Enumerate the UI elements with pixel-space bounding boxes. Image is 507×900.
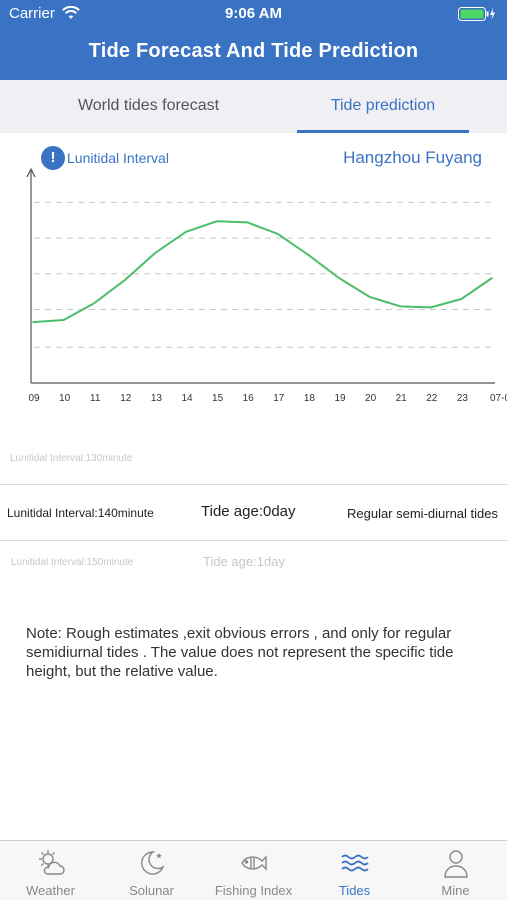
weather-icon — [39, 850, 65, 875]
tide-chart-svg: 09 10 11 12 13 14 15 16 17 18 19 20 21 22 23 07-0 — [26, 167, 507, 404]
selected-tide-age-text: Tide age:0day — [201, 503, 296, 520]
tide-data-point — [154, 252, 157, 254]
segment-tabs: World tides forecast Tide prediction — [0, 80, 507, 133]
x-tick-label: 12 — [120, 393, 132, 404]
tide-data-point — [185, 231, 187, 233]
tide-data-point — [62, 319, 65, 321]
tide-series-line — [32, 220, 493, 324]
tide-data-point — [246, 221, 248, 224]
tide-data-point — [215, 220, 218, 223]
x-tick-label: 15 — [212, 393, 224, 404]
tide-data-point — [124, 279, 126, 281]
tide-data-point — [399, 305, 402, 308]
user-icon — [444, 850, 468, 878]
tabbar-item-mine[interactable]: Mine — [405, 841, 506, 900]
x-tick-label: 22 — [426, 393, 438, 404]
x-tick-label: 14 — [181, 393, 193, 404]
interval-picker[interactable]: Lunitidal Interval:130minute Lunitidal I… — [0, 423, 507, 613]
tide-chart: 09 10 11 12 13 14 15 16 17 18 19 20 21 22 23 07-0 ! Lun… — [0, 133, 507, 423]
tide-data-point — [32, 321, 34, 323]
x-tick-label: 16 — [243, 393, 255, 404]
x-tick-label: 17 — [273, 393, 285, 404]
selected-tide-type-text: Regular semi-diurnal tides — [346, 506, 498, 521]
moon-icon — [141, 851, 165, 875]
tide-data-point — [430, 306, 432, 309]
fish-icon — [241, 855, 267, 871]
tabbar-label-weather: Weather — [26, 883, 75, 898]
x-tick-label: 09 — [28, 393, 40, 404]
picker-interval-text: Lunitidal Interval:150minute — [11, 557, 134, 568]
disclaimer-note: Note: Rough estimates ,exit obvious erro… — [26, 625, 454, 680]
tide-data-point — [460, 298, 463, 300]
x-tick-label: 23 — [457, 393, 469, 404]
picker-row-selected[interactable]: Lunitidal Interval:140minute Tide age:0d… — [0, 484, 507, 541]
tide-data-point — [277, 233, 279, 235]
tabbar-label-tides: Tides — [338, 883, 371, 898]
picker-interval-text: Lunitidal Interval:130minute — [10, 453, 133, 464]
selected-interval-text: Lunitidal Interval:140minute — [7, 506, 154, 520]
lunitidal-interval-label: Lunitidal Interval — [67, 150, 169, 166]
waves-icon — [341, 854, 369, 872]
x-tick-label: 20 — [365, 393, 377, 404]
tide-data-point — [307, 254, 310, 256]
tab-world-tides-forecast[interactable]: World tides forecast — [0, 80, 297, 133]
tide-data-point — [491, 277, 493, 279]
picker-tide-age-text: Tide age:1day — [203, 554, 285, 569]
exclamation-icon: ! — [41, 146, 65, 170]
tabbar-label-solunar: Solunar — [129, 883, 174, 898]
app-header: Carrier 9:06 AM Tide Forecast And Tide P… — [0, 0, 507, 80]
battery-icon — [458, 7, 495, 21]
tide-data-point — [338, 277, 340, 279]
x-tick-label: 18 — [304, 393, 316, 404]
tabbar-item-weather[interactable]: Weather — [0, 841, 101, 900]
x-tick-label: 21 — [396, 393, 408, 404]
location-label[interactable]: Hangzhou Fuyang — [310, 148, 482, 168]
x-tick-label: 19 — [334, 393, 346, 404]
tabbar-label-fishing-index: Fishing Index — [214, 883, 293, 898]
x-tick-label: 13 — [151, 393, 163, 404]
lunitidal-interval-button[interactable]: ! Lunitidal Interval — [41, 146, 169, 170]
picker-row-next[interactable]: Lunitidal Interval:150minute Tide age:1d… — [0, 551, 507, 575]
bottom-tab-bar: Weather Solunar Fishing Index Tides Mine — [0, 840, 507, 900]
tabbar-item-tides[interactable]: Tides — [304, 841, 405, 900]
x-tick-label: 07-0 — [490, 393, 507, 404]
tabbar-item-solunar[interactable]: Solunar — [101, 841, 202, 900]
x-tick-label: 11 — [90, 393, 101, 404]
tab-tide-prediction[interactable]: Tide prediction — [297, 80, 469, 133]
tide-data-point — [368, 296, 371, 298]
tabbar-label-mine: Mine — [441, 883, 470, 898]
picker-row-previous[interactable]: Lunitidal Interval:130minute — [0, 453, 507, 473]
status-bar: Carrier 9:06 AM — [0, 0, 507, 28]
tide-data-point — [93, 302, 95, 304]
x-tick-label: 10 — [59, 393, 71, 404]
tabbar-item-fishing-index[interactable]: Fishing Index — [203, 841, 304, 900]
page-title: Tide Forecast And Tide Prediction — [88, 40, 419, 62]
clock: 9:06 AM — [225, 5, 282, 22]
